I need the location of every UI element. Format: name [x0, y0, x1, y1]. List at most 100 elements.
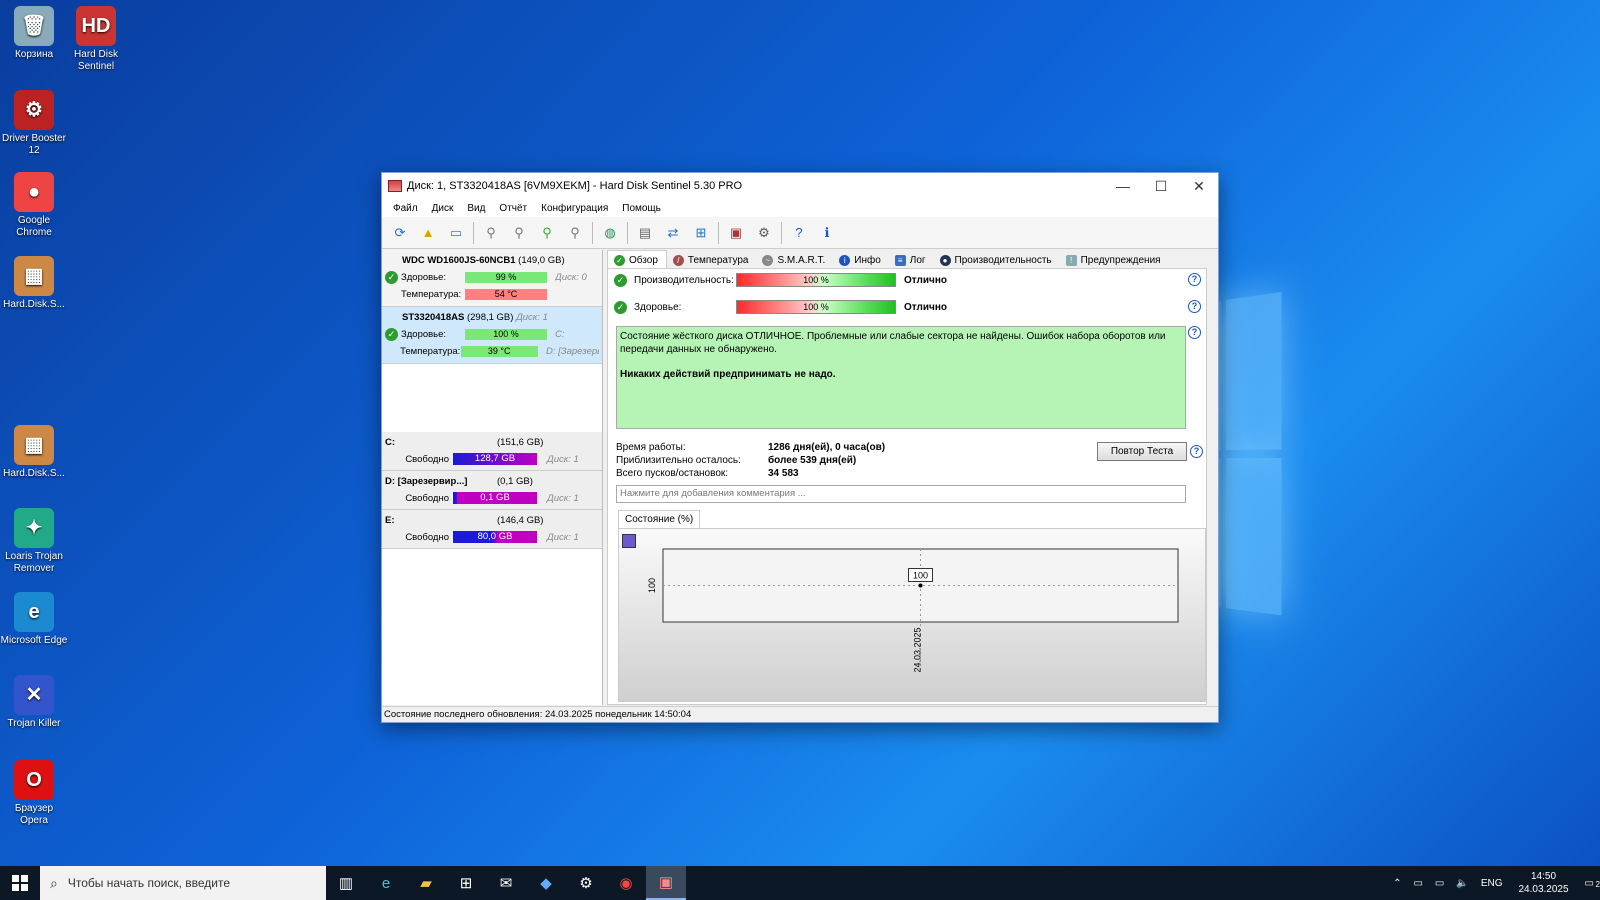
store-icon[interactable]: ⊞ [446, 866, 486, 900]
volume-capacity: (146,4 GB) [497, 515, 544, 526]
thermometer-icon: / [672, 254, 684, 266]
tab-overview[interactable]: ✓ Обзор [607, 250, 667, 268]
desktop-icon-label: Driver Booster 12 [2, 133, 66, 156]
menu-disk[interactable]: Диск [425, 203, 461, 214]
desktop-icon[interactable]: O Браузер Opera [0, 760, 68, 827]
tool-icon[interactable]: ⚲ [479, 221, 503, 245]
menu-view[interactable]: Вид [460, 203, 492, 214]
close-button[interactable]: ✕ [1180, 178, 1218, 195]
desktop-app-icon: 🗑 [14, 6, 54, 46]
health-chart: 100 100 24.03.2025 [647, 548, 1179, 673]
desktop-app-icon: ▦ [14, 425, 54, 465]
performance-label: Производительность: [634, 274, 734, 286]
gear-icon[interactable]: ⚙ [752, 221, 776, 245]
help-icon[interactable]: ? [1190, 445, 1203, 458]
edge-icon[interactable]: e [366, 866, 406, 900]
tab-temperature[interactable]: / Температура [667, 250, 757, 268]
mail-icon[interactable]: ✉ [486, 866, 526, 900]
language-indicator[interactable]: ENG [1481, 878, 1503, 889]
status-advice: Никаких действий предпринимать не надо. [620, 369, 836, 380]
volume-letter: C: [555, 329, 565, 340]
desktop-icon-label: Hard Disk Sentinel [74, 49, 118, 72]
tab-health-chart[interactable]: Состояние (%) [618, 510, 701, 528]
tool-icon[interactable]: ⚲ [535, 221, 559, 245]
network-icon[interactable]: ⊞ [689, 221, 713, 245]
menu-config[interactable]: Конфигурация [534, 203, 615, 214]
health-bar: 100 % [736, 300, 896, 314]
volume-d[interactable]: D: [Зарезервир...] (0,1 GB) Свободно 0,1 G… [382, 471, 602, 510]
tool-icon[interactable]: ⚲ [563, 221, 587, 245]
desktop-icon[interactable]: HD Hard Disk Sentinel [62, 6, 130, 73]
sync-icon[interactable]: ⇄ [661, 221, 685, 245]
disk-list-panel: WDC WD1600JS-60NCB1 (149,0 GB) ✓ Здоровь… [382, 250, 603, 705]
globe-icon[interactable]: ◍ [598, 221, 622, 245]
clock[interactable]: 14:50 24.03.2025 [1518, 870, 1568, 896]
help-icon[interactable]: ? [1188, 326, 1201, 339]
maximize-button[interactable]: ☐ [1142, 178, 1180, 195]
explorer-icon[interactable]: ▰ [406, 866, 446, 900]
free-label: Свободно [405, 453, 449, 465]
info-icon[interactable]: ℹ [815, 221, 839, 245]
title-bar[interactable]: Диск: 1, ST3320418AS [6VM9XEKM] - Hard D… [382, 173, 1218, 199]
desktop-icon[interactable]: 🗑 Корзина [0, 6, 68, 61]
desktop-icon[interactable]: ▦ Hard.Disk.S... [0, 425, 68, 480]
desktop-icon[interactable]: ● Google Chrome [0, 172, 68, 239]
desktop-icon[interactable]: e Microsoft Edge [0, 592, 68, 647]
starts-value: 34 583 [768, 468, 799, 479]
help-icon[interactable]: ? [787, 221, 811, 245]
tab-warnings[interactable]: ! Предупреждения [1060, 250, 1169, 268]
help-icon[interactable]: ? [1188, 300, 1201, 313]
status-text: Состояние жёсткого диска ОТЛИЧНОЕ. Пробл… [620, 331, 1166, 355]
desktop-icon[interactable]: ⚙ Driver Booster 12 [0, 90, 68, 157]
taskbar-search[interactable]: ⌕ Чтобы начать поиск, введите [40, 866, 326, 900]
performance-status: Отлично [904, 274, 947, 286]
status-description: Состояние жёсткого диска ОТЛИЧНОЕ. Пробл… [616, 326, 1186, 429]
help-icon[interactable]: ? [1188, 273, 1201, 286]
retest-button[interactable]: Повтор Теста [1097, 442, 1187, 461]
alert-icon[interactable]: ▲ [416, 221, 440, 245]
tab-info[interactable]: i Инфо [833, 250, 889, 268]
status-bar: Состояние последнего обновления: 24.03.2… [382, 706, 1218, 722]
chart-icon[interactable]: ▣ [724, 221, 748, 245]
chrome-icon[interactable]: ◉ [606, 866, 646, 900]
performance-bar: 100 % [736, 273, 896, 287]
taskbar: ⌕ Чтобы начать поиск, введите ▥ e ▰ ⊞ ✉ … [0, 866, 1600, 900]
tab-smart[interactable]: ~ S.M.A.R.T. [756, 250, 833, 268]
menu-report[interactable]: Отчёт [492, 203, 534, 214]
volume-name: D: [Зарезервир...] [385, 476, 468, 487]
disk-icon[interactable]: ▭ [444, 221, 468, 245]
comment-input[interactable]: Нажмите для добавления комментария ... [616, 485, 1186, 503]
device-icon[interactable]: ▭ [1413, 878, 1422, 889]
desktop-icon-label: Google Chrome [16, 215, 52, 238]
desktop-app-icon: HD [76, 6, 116, 46]
volume-disk: Диск: 1 [547, 453, 579, 465]
volume-e[interactable]: E: (146,4 GB) Свободно 80,0 GB Диск: 1 [382, 510, 602, 549]
tab-log[interactable]: ≡ Лог [889, 250, 934, 268]
health-label: Здоровье: [634, 301, 682, 313]
desktop-icon[interactable]: ✕ Trojan Killer [0, 675, 68, 730]
desktop-icon[interactable]: ▦ Hard.Disk.S... [0, 256, 68, 311]
doc-icon[interactable]: ▤ [633, 221, 657, 245]
volume-icon[interactable]: 🔈 [1456, 878, 1468, 889]
notification-icon[interactable]: ▭ 2 [1585, 878, 1600, 889]
chevron-up-icon[interactable]: ⌃ [1393, 878, 1401, 889]
task-view-icon[interactable]: ▥ [326, 866, 366, 900]
desktop-icon[interactable]: ✦ Loaris Trojan Remover [0, 508, 68, 575]
disk-item-0[interactable]: WDC WD1600JS-60NCB1 (149,0 GB) ✓ Здоровь… [382, 250, 602, 307]
refresh-icon[interactable]: ⟳ [388, 221, 412, 245]
health-bar: 100 % [465, 329, 547, 340]
app-icon[interactable]: ◆ [526, 866, 566, 900]
tool-icon[interactable]: ⚲ [507, 221, 531, 245]
remaining-label: Приблизительно осталось: [616, 455, 741, 466]
volume-c[interactable]: C: (151,6 GB) Свободно 128,7 GB Диск: 1 [382, 432, 602, 471]
tab-performance[interactable]: ● Производительность [934, 250, 1060, 268]
hds-icon[interactable]: ▣ [646, 866, 686, 900]
check-icon: ✓ [614, 273, 627, 287]
minimize-button[interactable]: — [1104, 178, 1142, 194]
disk-item-1[interactable]: ST3320418AS (298,1 GB) Диск: 1 ✓ Здоровь… [382, 307, 602, 364]
network-icon[interactable]: ▭ [1435, 878, 1444, 889]
settings-icon[interactable]: ⚙ [566, 866, 606, 900]
menu-file[interactable]: Файл [386, 203, 425, 214]
menu-help[interactable]: Помощь [615, 203, 668, 214]
start-button[interactable] [0, 866, 40, 900]
